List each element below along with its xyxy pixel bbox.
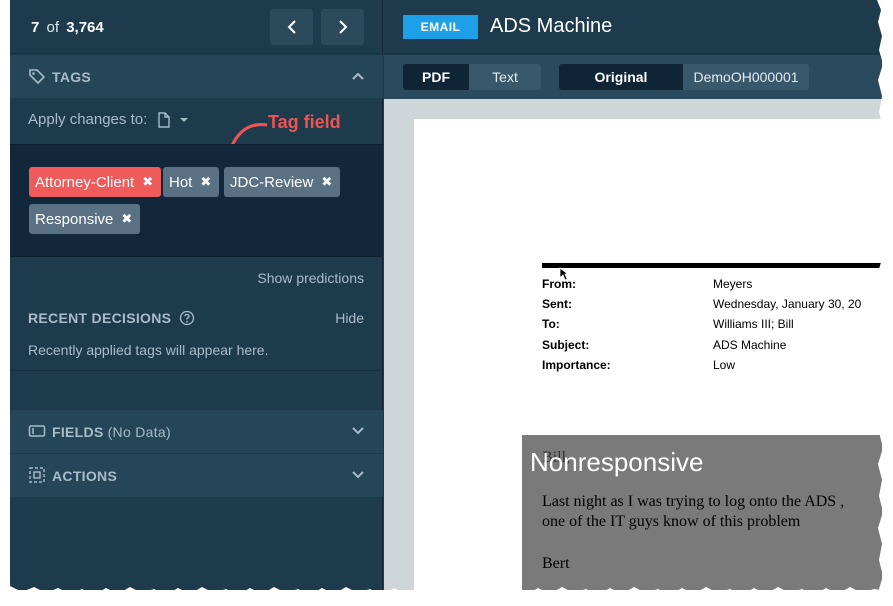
actions-section-header[interactable]: ACTIONS <box>10 454 383 497</box>
left-panel: 7 of 3,764 TAGS Apply changes to: Tag fi… <box>10 0 383 590</box>
tag-field-callout: Tag field <box>268 112 341 132</box>
help-icon[interactable] <box>179 310 195 326</box>
next-document-button[interactable] <box>321 9 364 45</box>
email-header-row: Importance: Low <box>542 358 735 372</box>
tag-chip-label: Attorney-Client <box>35 173 135 191</box>
document-title: ADS Machine <box>490 15 613 37</box>
chevron-down-icon <box>352 427 364 435</box>
pdf-view-button[interactable]: PDF <box>403 64 469 90</box>
tag-chip-label: Hot <box>169 173 193 191</box>
actions-icon <box>29 467 45 483</box>
torn-edge-bottom <box>0 586 893 606</box>
redaction-box[interactable]: Bill, Nonresponsive Last night as I was … <box>522 435 882 590</box>
version-toggle: Original DemoOH000001 <box>559 64 809 90</box>
pager-current: 7 <box>31 19 40 36</box>
tag-chip[interactable]: Hot ✖ <box>163 167 220 197</box>
tags-section-header[interactable]: TAGS <box>10 55 383 98</box>
email-header-value: Meyers <box>713 277 753 291</box>
divider <box>10 370 383 371</box>
chevron-right-icon <box>338 20 347 34</box>
document-header: EMAIL ADS Machine <box>384 0 882 54</box>
email-header-row: Subject: ADS Machine <box>542 338 786 352</box>
document-viewer[interactable]: From: Meyers Sent: Wednesday, January 30, … <box>384 99 882 590</box>
apply-changes-label: Apply changes to: <box>28 111 148 128</box>
tag-chip[interactable]: Responsive ✖ <box>29 204 141 234</box>
tag-icon <box>29 69 46 84</box>
email-signoff: Bert <box>542 555 570 572</box>
actions-section-title: ACTIONS <box>52 468 118 484</box>
tag-chip-label: JDC-Review <box>230 173 314 191</box>
fields-section-title: FIELDS <box>52 424 104 440</box>
email-header-key: To: <box>542 317 560 331</box>
document-icon <box>158 111 170 128</box>
email-body-line: one of the IT guys know of this problem <box>542 513 801 530</box>
email-header-value: Low <box>713 358 736 372</box>
tags-section-title: TAGS <box>52 69 92 85</box>
apply-changes-selector[interactable]: Apply changes to: <box>28 111 191 128</box>
header-rule <box>542 263 882 268</box>
fields-section-header[interactable]: FIELDS (No Data) <box>10 410 383 453</box>
recent-decisions-note: Recently applied tags will appear here. <box>28 342 269 358</box>
document-type-badge: EMAIL <box>403 15 478 39</box>
pager-total: 3,764 <box>66 19 104 36</box>
email-header-value: Wednesday, January 30, 20 <box>713 297 862 311</box>
view-mode-bar: PDF Text Original DemoOH000001 <box>384 55 882 99</box>
remove-tag-icon[interactable]: ✖ <box>121 211 132 227</box>
recent-decisions-title: RECENT DECISIONS <box>28 310 172 326</box>
email-header-value: Williams III; Bill <box>713 317 794 331</box>
tag-chip[interactable]: Attorney-Client ✖ <box>29 167 162 197</box>
tag-chip-label: Responsive <box>35 210 114 228</box>
format-toggle: PDF Text <box>403 64 541 90</box>
remove-tag-icon[interactable]: ✖ <box>200 174 211 190</box>
email-header-key: Importance: <box>542 358 611 372</box>
previous-document-button[interactable] <box>270 9 313 45</box>
tag-field[interactable]: Attorney-Client ✖ Hot ✖ JDC-Review ✖ Res… <box>10 144 382 257</box>
email-body-line: Last night as I was trying to log onto t… <box>542 493 845 510</box>
chevron-left-icon <box>287 20 296 34</box>
email-header-value: ADS Machine <box>713 338 787 352</box>
document-page: From: Meyers Sent: Wednesday, January 30, … <box>414 119 882 590</box>
pager-of: of <box>46 19 60 36</box>
app-window: 7 of 3,764 TAGS Apply changes to: Tag fi… <box>10 0 882 590</box>
email-header-row: Sent: Wednesday, January 30, 20 <box>542 297 861 311</box>
caret-down-icon <box>180 117 189 122</box>
text-view-button[interactable]: Text <box>469 64 541 90</box>
document-pager: 7 of 3,764 <box>10 0 383 54</box>
email-header-key: Subject: <box>542 338 590 352</box>
fields-section-sub: (No Data) <box>107 424 171 440</box>
document-id-button[interactable]: DemoOH000001 <box>683 64 809 90</box>
redaction-label: Nonresponsive <box>530 447 704 477</box>
remove-tag-icon[interactable]: ✖ <box>142 174 153 190</box>
tag-chip[interactable]: JDC-Review ✖ <box>224 167 341 197</box>
fields-icon <box>28 425 46 437</box>
pager-count: 7 of 3,764 <box>31 19 104 36</box>
email-header-key: Sent: <box>542 297 572 311</box>
hide-recent-link[interactable]: Hide <box>335 310 364 326</box>
chevron-up-icon <box>352 72 364 80</box>
email-header-row: From: Meyers <box>542 277 752 291</box>
original-view-button[interactable]: Original <box>559 64 683 90</box>
email-header-row: To: Williams III; Bill <box>542 317 794 331</box>
recent-decisions-header: RECENT DECISIONS <box>28 310 195 326</box>
fields-section-title-wrap: FIELDS (No Data) <box>52 424 171 440</box>
torn-edge-right <box>877 0 893 606</box>
show-predictions-link[interactable]: Show predictions <box>257 270 364 286</box>
email-header-key: From: <box>542 277 576 291</box>
chevron-down-icon <box>352 471 364 479</box>
remove-tag-icon[interactable]: ✖ <box>321 174 332 190</box>
